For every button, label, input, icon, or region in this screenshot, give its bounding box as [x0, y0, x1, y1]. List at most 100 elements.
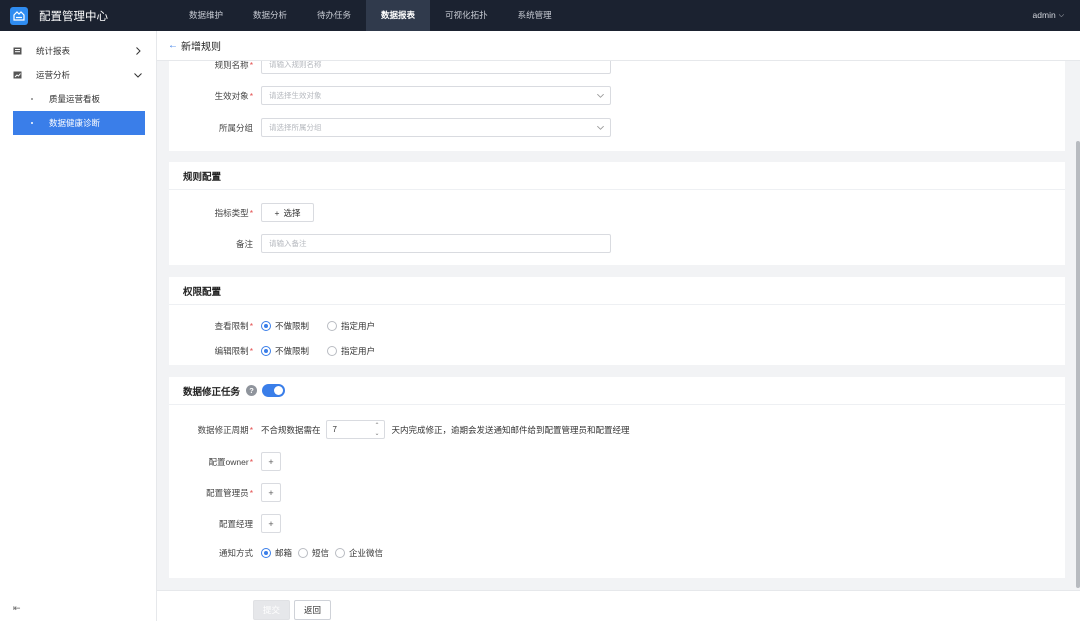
page-title: 新增规则 — [181, 42, 221, 53]
notify-row: 通知方式 邮箱 短信 企业微信 — [169, 547, 389, 559]
form-footer: 提交 返回 — [157, 590, 1080, 621]
manager-label: 配置经理 — [218, 518, 253, 529]
required-mark: * — [249, 456, 253, 467]
required-mark: * — [249, 207, 253, 218]
arrow-left-icon[interactable]: ← — [168, 40, 178, 51]
metric-type-label: 指标类型 — [214, 207, 249, 218]
target-select[interactable]: 请选择生效对象 — [261, 86, 611, 105]
remark-input[interactable]: 请输入备注 — [261, 234, 611, 253]
fix-task-toggle[interactable] — [262, 384, 286, 397]
group-row: 所属分组 请选择所属分组 — [169, 118, 611, 137]
view-limit-label: 查看限制 — [214, 321, 249, 331]
notify-label: 通知方式 — [218, 548, 253, 558]
owner-row: 配置owner* + — [169, 452, 281, 471]
view-no-limit-radio[interactable]: 不做限制 — [261, 320, 309, 332]
edit-no-limit-radio[interactable]: 不做限制 — [261, 345, 309, 357]
owner-label: 配置owner — [208, 456, 249, 467]
notify-email-radio[interactable]: 邮箱 — [261, 547, 292, 559]
question-icon[interactable]: ? — [246, 385, 258, 396]
app-logo-icon — [10, 6, 28, 25]
view-limit-row: 查看限制* 不做限制 指定用户 — [169, 320, 393, 332]
chevron-down-icon: ⌵ — [1058, 12, 1064, 19]
view-specific-user-radio[interactable]: 指定用户 — [327, 320, 375, 332]
required-mark: * — [249, 321, 253, 331]
sidebar-group-label: 统计报表 — [36, 46, 71, 56]
nav-item-data-analysis[interactable]: 数据分析 — [238, 0, 302, 31]
metric-type-row: 指标类型* + 选择 — [169, 203, 314, 222]
report-icon — [13, 47, 22, 55]
collapse-sidebar-icon[interactable]: ⇤ — [13, 603, 21, 614]
fix-task-card: 数据修正任务 ? 数据修正周期* 不合规数据需在 7 ⌃ ⌄ 天内完成修正，逾期会… — [169, 377, 1065, 578]
submit-button[interactable]: 提交 — [253, 600, 290, 620]
required-mark: * — [249, 424, 253, 435]
nav-item-data-report[interactable]: 数据报表 — [366, 0, 431, 31]
edit-limit-row: 编辑限制* 不做限制 指定用户 — [169, 345, 393, 357]
group-label: 所属分组 — [218, 122, 253, 133]
group-placeholder: 请选择所属分组 — [269, 123, 322, 132]
target-row: 生效对象* 请选择生效对象 — [169, 86, 611, 105]
user-menu[interactable]: admin ⌵ — [1033, 0, 1064, 31]
top-navbar: 配置管理中心 数据维护 数据分析 待办任务 数据报表 可视化拓扑 系统管理 ad… — [0, 0, 1080, 31]
fix-period-label: 数据修正周期 — [197, 424, 249, 435]
bullet-icon — [31, 98, 33, 100]
required-mark: * — [249, 487, 253, 498]
add-manager-button[interactable]: + — [261, 514, 281, 533]
basic-info-card: 规则名称* 请输入规则名称 生效对象* 请选择生效对象 所属分组 请选择所属分组 — [169, 61, 1065, 151]
stepper-arrows-icon[interactable]: ⌃ ⌄ — [374, 422, 379, 438]
app-title: 配置管理中心 — [39, 10, 108, 23]
username: admin — [1032, 10, 1056, 20]
main-nav: 数据维护 数据分析 待办任务 数据报表 可视化拓扑 系统管理 — [174, 0, 567, 31]
fix-period-days-input[interactable]: 7 ⌃ ⌄ — [325, 420, 385, 439]
chevron-down-icon — [597, 93, 604, 98]
notify-sms-radio[interactable]: 短信 — [298, 547, 329, 559]
sidebar-item-label: 数据健康诊断 — [49, 118, 101, 128]
required-mark: * — [249, 90, 253, 101]
chevron-down-icon — [597, 125, 604, 130]
page-header: ← 新增规则 — [157, 31, 1080, 61]
permission-card: 权限配置 查看限制* 不做限制 指定用户 编辑限制* 不做限制 指定用户 — [169, 277, 1065, 365]
nav-item-todo[interactable]: 待办任务 — [302, 0, 366, 31]
notify-wecom-radio[interactable]: 企业微信 — [335, 547, 383, 559]
manager-row: 配置经理 + — [169, 514, 281, 533]
sidebar-item-health-diagnosis[interactable]: 数据健康诊断 — [13, 111, 145, 135]
admin-label: 配置管理员 — [206, 487, 249, 498]
remark-label: 备注 — [235, 238, 253, 249]
scrollbar[interactable] — [1076, 141, 1080, 588]
rule-name-row: 规则名称* 请输入规则名称 — [169, 61, 611, 74]
section-title: 数据修正任务 — [183, 386, 241, 398]
group-select[interactable]: 请选择所属分组 — [261, 118, 611, 137]
form-scroll-area[interactable]: 规则名称* 请输入规则名称 生效对象* 请选择生效对象 所属分组 请选择所属分组… — [157, 61, 1080, 590]
admin-row: 配置管理员* + — [169, 483, 281, 502]
sidebar-group-statistics[interactable]: 统计报表 — [0, 39, 156, 63]
rule-config-card: 规则配置 指标类型* + 选择 备注 请输入备注 — [169, 162, 1065, 265]
nav-item-system[interactable]: 系统管理 — [503, 0, 567, 31]
rule-name-input[interactable]: 请输入规则名称 — [261, 61, 611, 74]
required-mark: * — [249, 61, 253, 70]
target-placeholder: 请选择生效对象 — [269, 91, 322, 100]
nav-item-data-maintenance[interactable]: 数据维护 — [174, 0, 238, 31]
chevron-down-icon — [134, 73, 142, 78]
target-label: 生效对象 — [214, 90, 249, 101]
select-button-label: 选择 — [283, 207, 301, 218]
chart-icon — [13, 71, 22, 79]
plus-icon: + — [274, 207, 280, 218]
add-admin-button[interactable]: + — [261, 483, 281, 502]
nav-item-topology[interactable]: 可视化拓扑 — [430, 0, 503, 31]
fix-period-suffix: 天内完成修正，逾期会发送通知邮件给到配置管理员和配置经理 — [391, 424, 630, 435]
section-title: 规则配置 — [169, 162, 1065, 190]
remark-row: 备注 请输入备注 — [169, 234, 611, 253]
add-owner-button[interactable]: + — [261, 452, 281, 471]
bullet-icon — [31, 122, 33, 124]
sidebar-group-operations[interactable]: 运营分析 — [0, 63, 156, 87]
rule-name-label: 规则名称 — [214, 61, 249, 70]
required-mark: * — [249, 346, 253, 356]
sidebar-item-label: 质量运营看板 — [49, 94, 101, 104]
sidebar-group-label: 运营分析 — [36, 70, 71, 80]
fix-task-header: 数据修正任务 ? — [169, 377, 1065, 405]
select-metric-button[interactable]: + 选择 — [261, 203, 314, 222]
edit-limit-label: 编辑限制 — [214, 346, 249, 356]
fix-period-prefix: 不合规数据需在 — [261, 424, 321, 435]
edit-specific-user-radio[interactable]: 指定用户 — [327, 345, 375, 357]
sidebar-item-quality-board[interactable]: 质量运营看板 — [13, 87, 145, 111]
back-button[interactable]: 返回 — [294, 600, 331, 620]
